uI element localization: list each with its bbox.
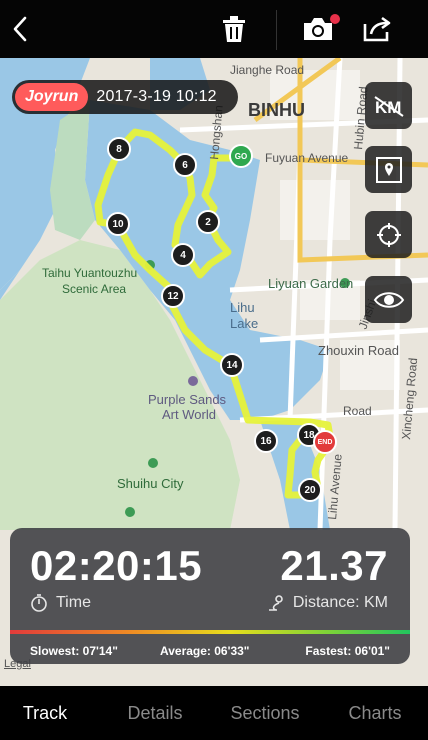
chevron-left-icon (13, 16, 27, 42)
locate-icon (376, 222, 401, 247)
marker-km-6[interactable]: 6 (173, 153, 197, 177)
distance-value: 21.37 (280, 542, 388, 589)
label-taihu: Taihu Yuantouzhu (42, 266, 137, 280)
label-liyuan: Liyuan Garden (268, 276, 353, 291)
joyrun-logo: Joyrun (15, 83, 89, 111)
start-marker[interactable]: GO (229, 144, 253, 168)
run-datetime: 2017-3-19 10:12 (96, 88, 217, 105)
fastest-pace: Fastest: 06'01" (305, 644, 390, 658)
share-button[interactable] (356, 0, 400, 58)
label-lihu1: Lihu (230, 300, 255, 315)
tab-sections[interactable]: Sections (215, 686, 315, 740)
top-toolbar (0, 0, 428, 58)
time-value: 02:20:15 (30, 542, 203, 589)
distance-pin-icon (268, 595, 283, 611)
distance-label: Distance: KM (292, 594, 388, 611)
average-pace: Average: 06'33" (160, 644, 250, 658)
marker-km-10[interactable]: 10 (106, 212, 130, 236)
trash-icon (223, 16, 245, 42)
distance-label-row: Distance: KM (267, 594, 388, 612)
marker-km-20[interactable]: 20 (298, 478, 322, 502)
back-button[interactable] (0, 0, 40, 58)
run-info-pill: Joyrun 2017-3-19 10:12 (12, 80, 238, 114)
tab-track[interactable]: Track (0, 686, 90, 740)
time-label-row: Time (30, 594, 91, 612)
visibility-button[interactable] (365, 276, 412, 323)
end-marker[interactable]: END (313, 430, 337, 454)
label-jianghe: Jianghe Road (230, 63, 304, 77)
marker-km-2[interactable]: 2 (196, 210, 220, 234)
bottom-tab-bar: Track Details Sections Charts (0, 686, 428, 740)
eye-icon (373, 291, 404, 308)
label-lihu2: Lake (230, 316, 258, 331)
pace-gradient-bar (10, 630, 410, 634)
km-off-icon: KM (373, 95, 404, 117)
label-dong-road: Road (343, 404, 372, 418)
marker-km-4[interactable]: 4 (171, 243, 195, 267)
tab-charts[interactable]: Charts (335, 686, 415, 740)
camera-icon (304, 18, 332, 40)
share-icon (363, 16, 391, 42)
slowest-pace: Slowest: 07'14" (30, 644, 118, 658)
notification-dot (330, 14, 340, 24)
time-label: Time (56, 594, 91, 611)
label-binhu: BINHU (248, 100, 305, 120)
stopwatch-icon (31, 594, 47, 612)
toggle-km-button[interactable]: KM (365, 82, 412, 129)
stats-card: 02:20:15 21.37 Time Distance: KM Slowest… (10, 528, 410, 664)
map-style-button[interactable] (365, 146, 412, 193)
tab-details[interactable]: Details (110, 686, 200, 740)
label-shuihu: Shuihu City (117, 476, 184, 491)
locate-button[interactable] (365, 211, 412, 258)
label-zhouxin: Zhouxin Road (318, 343, 399, 358)
delete-button[interactable] (212, 0, 256, 58)
toolbar-divider (276, 10, 277, 50)
label-purple2: Art World (162, 407, 216, 422)
marker-km-8[interactable]: 8 (107, 137, 131, 161)
marker-km-14[interactable]: 14 (220, 353, 244, 377)
label-fuyuan: Fuyuan Avenue (265, 151, 349, 165)
camera-button[interactable] (296, 0, 340, 58)
marker-km-16[interactable]: 16 (254, 429, 278, 453)
map-pin-icon (375, 156, 402, 183)
label-purple1: Purple Sands (148, 392, 227, 407)
marker-km-12[interactable]: 12 (161, 284, 185, 308)
label-scenic: Scenic Area (62, 282, 126, 296)
